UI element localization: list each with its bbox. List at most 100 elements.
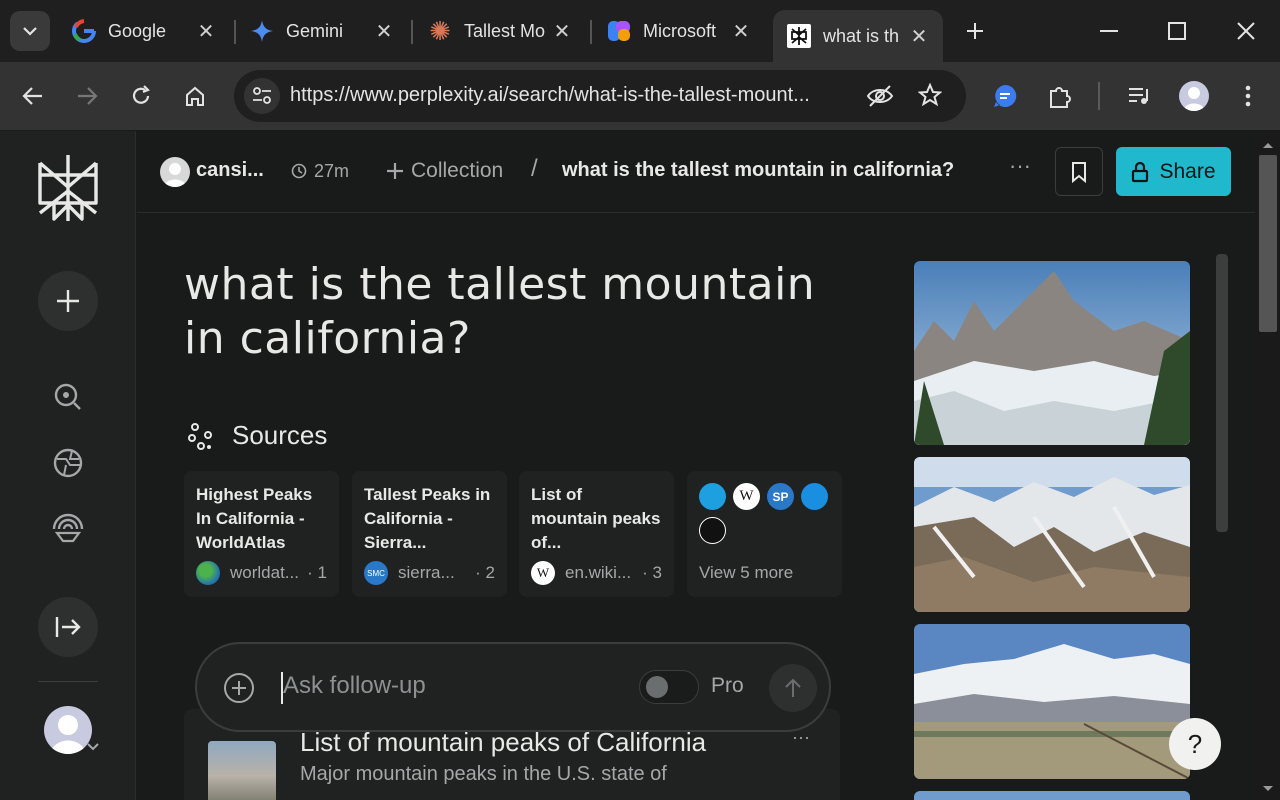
media-control-button[interactable] bbox=[1121, 77, 1159, 115]
mountain-image-2[interactable] bbox=[914, 457, 1190, 612]
spaces-button[interactable] bbox=[48, 509, 88, 549]
scroll-up-icon bbox=[1263, 143, 1273, 148]
profile-button[interactable] bbox=[1175, 77, 1213, 115]
share-button[interactable]: Share bbox=[1116, 147, 1231, 196]
thread-header: cansi... 27m Collection / what is the ta… bbox=[137, 131, 1255, 213]
user-avatar[interactable] bbox=[44, 706, 92, 754]
expand-sidebar-button[interactable] bbox=[38, 597, 98, 657]
new-tab-button[interactable] bbox=[948, 8, 1002, 54]
new-thread-button[interactable] bbox=[38, 271, 98, 331]
close-window-button[interactable] bbox=[1219, 8, 1273, 54]
chat-bubble-icon bbox=[994, 84, 1017, 107]
close-icon[interactable]: ✕ bbox=[909, 24, 929, 49]
source-site: en.wiki... bbox=[565, 563, 632, 582]
sierra-logo-icon: SMC bbox=[364, 561, 388, 585]
perplexity-logo-icon[interactable] bbox=[36, 153, 100, 228]
site-info-icon[interactable] bbox=[244, 78, 280, 114]
summitpost-icon: SP bbox=[767, 483, 794, 510]
result-snippet: Major mountain peaks in the U.S. state o… bbox=[300, 763, 667, 785]
thread-age: 27m bbox=[314, 161, 350, 181]
question-heading: what is the tallest mountain in californ… bbox=[184, 259, 816, 364]
tab-claude[interactable]: ✺ Tallest Mo ✕ bbox=[414, 10, 586, 52]
address-bar[interactable]: https://www.perplexity.ai/search/what-is… bbox=[234, 70, 966, 122]
reload-icon bbox=[132, 85, 150, 104]
peakbagger-icon bbox=[699, 483, 726, 510]
scroll-thumb[interactable] bbox=[1259, 155, 1277, 332]
tracking-protection-icon[interactable] bbox=[866, 84, 894, 113]
tab-search-button[interactable] bbox=[10, 11, 50, 51]
source-card[interactable]: Tallest Peaks in California - Sierra... … bbox=[352, 471, 507, 597]
help-button[interactable]: ? bbox=[1169, 718, 1221, 770]
plus-circle-icon bbox=[224, 673, 254, 703]
minimize-button[interactable] bbox=[1082, 8, 1136, 54]
source-site: sierra... bbox=[398, 563, 455, 582]
tab-gemini[interactable]: Gemini ✕ bbox=[236, 10, 408, 52]
source-index: · 3 bbox=[642, 563, 662, 582]
claude-asterisk-icon: ✺ bbox=[429, 15, 451, 46]
close-icon[interactable]: ✕ bbox=[731, 19, 751, 44]
extensions-button[interactable] bbox=[1041, 77, 1079, 115]
home-search-button[interactable] bbox=[48, 377, 88, 417]
discover-button[interactable] bbox=[48, 443, 88, 483]
app-sidebar bbox=[0, 131, 136, 800]
tab-perplexity-active[interactable]: what is th ✕ bbox=[773, 10, 943, 62]
source-site: worldat... bbox=[230, 563, 299, 582]
source-card[interactable]: Highest Peaks In California - WorldAtlas… bbox=[184, 471, 339, 597]
tab-google[interactable]: Google ✕ bbox=[58, 10, 230, 52]
plus-icon bbox=[387, 163, 403, 179]
toggle-knob bbox=[646, 676, 668, 698]
arrow-left-icon bbox=[22, 87, 42, 105]
mountain-image-1[interactable] bbox=[914, 261, 1190, 445]
mountain-site-icon bbox=[699, 517, 726, 544]
mountain-image-3[interactable] bbox=[914, 624, 1190, 779]
maximize-button[interactable] bbox=[1150, 8, 1204, 54]
reload-button[interactable] bbox=[122, 77, 160, 115]
copilot-extension-button[interactable] bbox=[986, 77, 1024, 115]
google-g-icon bbox=[72, 19, 96, 43]
sources-icon bbox=[188, 422, 212, 450]
attach-button[interactable] bbox=[223, 672, 255, 709]
help-label: ? bbox=[1187, 728, 1203, 759]
collection-label: Collection bbox=[411, 159, 504, 182]
pro-toggle[interactable] bbox=[639, 670, 699, 704]
tab-title: Gemini bbox=[286, 20, 344, 41]
tab-divider bbox=[411, 20, 413, 44]
lock-icon bbox=[1132, 161, 1149, 182]
home-button[interactable] bbox=[176, 77, 214, 115]
bookmark-button[interactable] bbox=[1055, 147, 1103, 196]
star-icon[interactable] bbox=[917, 82, 943, 112]
more-options-button[interactable]: ··· bbox=[1009, 153, 1031, 179]
globe-icon bbox=[196, 561, 220, 585]
close-icon[interactable]: ✕ bbox=[374, 19, 394, 44]
tab-title: what is th bbox=[823, 25, 900, 46]
browser-menu-button[interactable] bbox=[1229, 77, 1267, 115]
url-text[interactable]: https://www.perplexity.ai/search/what-is… bbox=[290, 84, 856, 107]
source-index: · 2 bbox=[475, 563, 495, 582]
avatar-icon bbox=[50, 715, 86, 754]
source-card[interactable]: List of mountain peaks of... W en.wiki..… bbox=[519, 471, 674, 597]
spaces-icon bbox=[52, 513, 84, 543]
followup-input[interactable]: Ask follow-up bbox=[283, 672, 426, 700]
scroll-down-icon bbox=[1263, 786, 1273, 791]
close-icon[interactable]: ✕ bbox=[552, 19, 572, 44]
share-label: Share bbox=[1159, 159, 1216, 183]
result-thumbnail bbox=[208, 741, 276, 800]
username[interactable]: cansi... bbox=[196, 159, 264, 182]
tab-microsoft[interactable]: Microsoft ✕ bbox=[593, 10, 765, 52]
site-icon bbox=[801, 483, 828, 510]
close-icon bbox=[1237, 22, 1255, 40]
inner-scrollbar[interactable] bbox=[1216, 254, 1228, 532]
close-icon[interactable]: ✕ bbox=[196, 19, 216, 44]
forward-button[interactable] bbox=[68, 77, 106, 115]
clock-icon bbox=[291, 163, 307, 184]
user-avatar[interactable] bbox=[160, 157, 190, 187]
sidebar-divider bbox=[38, 681, 98, 682]
followup-box: Ask follow-up Pro bbox=[195, 642, 831, 732]
add-to-collection-button[interactable]: Collection bbox=[385, 159, 503, 183]
back-button[interactable] bbox=[14, 77, 52, 115]
chevron-down-icon[interactable] bbox=[86, 739, 100, 757]
view-more-sources-card[interactable]: W SP View 5 more bbox=[687, 471, 842, 597]
mountain-image-4[interactable] bbox=[914, 791, 1190, 800]
submit-button[interactable] bbox=[769, 664, 817, 712]
chevron-down-icon bbox=[23, 27, 37, 36]
